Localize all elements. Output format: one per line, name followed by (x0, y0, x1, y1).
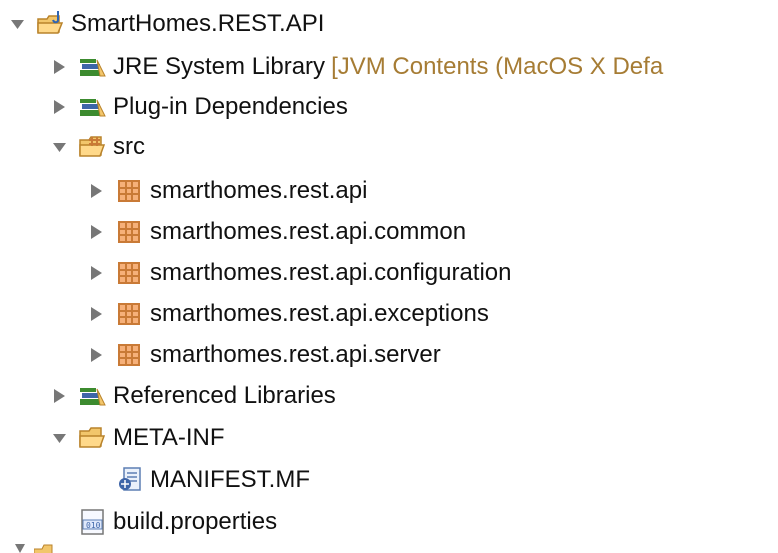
package-label: smarthomes.rest.api.exceptions (150, 300, 489, 327)
build-properties-label: build.properties (113, 508, 278, 535)
folder-icon (33, 542, 54, 553)
manifest-file-label: MANIFEST.MF (150, 466, 310, 493)
meta-inf-folder-label: META-INF (113, 424, 225, 451)
package-explorer-tree: SmartHomes.REST.API JRE System Library [… (0, 0, 778, 553)
library-icon (78, 92, 108, 122)
library-icon (78, 381, 108, 411)
source-folder-icon (78, 132, 108, 162)
package-label: smarthomes.rest.api.configuration (150, 259, 512, 286)
collapsed-chevron-icon[interactable] (89, 223, 104, 241)
collapsed-chevron-icon[interactable] (14, 542, 26, 553)
collapsed-chevron-icon[interactable] (89, 305, 104, 323)
package-icon (115, 217, 145, 247)
package-label: smarthomes.rest.api.server (150, 341, 441, 368)
expanded-chevron-icon[interactable] (52, 429, 67, 447)
folder-icon (78, 423, 108, 453)
package-label: smarthomes.rest.api.common (150, 218, 467, 245)
collapsed-chevron-icon[interactable] (89, 182, 104, 200)
library-icon (78, 52, 108, 82)
manifest-file-icon (115, 465, 145, 495)
package-icon (115, 299, 145, 329)
svg-text:010: 010 (86, 521, 101, 530)
tree-node-build-properties[interactable]: 010 build.properties (78, 502, 277, 542)
collapsed-chevron-icon[interactable] (89, 346, 104, 364)
collapsed-chevron-icon[interactable] (52, 58, 67, 76)
tree-node-src[interactable]: src (52, 127, 145, 167)
properties-file-icon: 010 (78, 507, 108, 537)
tree-node-package-smarthomes-rest-api-common[interactable]: smarthomes.rest.api.common (89, 212, 466, 252)
jre-system-library-label: JRE System Library (113, 53, 326, 80)
tree-node-package-smarthomes-rest-api-server[interactable]: smarthomes.rest.api.server (89, 335, 441, 375)
package-icon (115, 176, 145, 206)
tree-node-referenced-libraries[interactable]: Referenced Libraries (52, 376, 336, 416)
tree-node-package-smarthomes-rest-api-configuration[interactable]: smarthomes.rest.api.configuration (89, 253, 512, 293)
tree-node-meta-inf[interactable]: META-INF (52, 418, 225, 458)
java-project-icon (36, 9, 66, 39)
package-icon (115, 258, 145, 288)
tree-node-plug-in-dependencies[interactable]: Plug-in Dependencies (52, 87, 348, 127)
tree-node-package-smarthomes-rest-api-exceptions[interactable]: smarthomes.rest.api.exceptions (89, 294, 489, 334)
project-name: SmartHomes.REST.API (71, 10, 325, 37)
referenced-libraries-label: Referenced Libraries (113, 382, 336, 409)
tree-node-package-smarthomes-rest-api[interactable]: smarthomes.rest.api (89, 171, 367, 211)
partially-visible-tree-node[interactable] (14, 542, 54, 553)
tree-node-smarthomes-rest-api-project[interactable]: SmartHomes.REST.API (10, 4, 324, 44)
collapsed-chevron-icon[interactable] (52, 98, 67, 116)
package-icon (115, 340, 145, 370)
expanded-chevron-icon[interactable] (52, 138, 67, 156)
collapsed-chevron-icon[interactable] (52, 387, 67, 405)
src-folder-label: src (113, 133, 145, 160)
package-label: smarthomes.rest.api (150, 177, 368, 204)
tree-node-manifest-mf[interactable]: MANIFEST.MF (115, 460, 310, 500)
expanded-chevron-icon[interactable] (10, 15, 25, 33)
collapsed-chevron-icon[interactable] (89, 264, 104, 282)
jre-system-library-decoration: [JVM Contents (MacOS X Defa (331, 53, 664, 80)
tree-node-jre-system-library[interactable]: JRE System Library [JVM Contents (MacOS … (52, 47, 663, 87)
plug-in-dependencies-label: Plug-in Dependencies (113, 93, 348, 120)
